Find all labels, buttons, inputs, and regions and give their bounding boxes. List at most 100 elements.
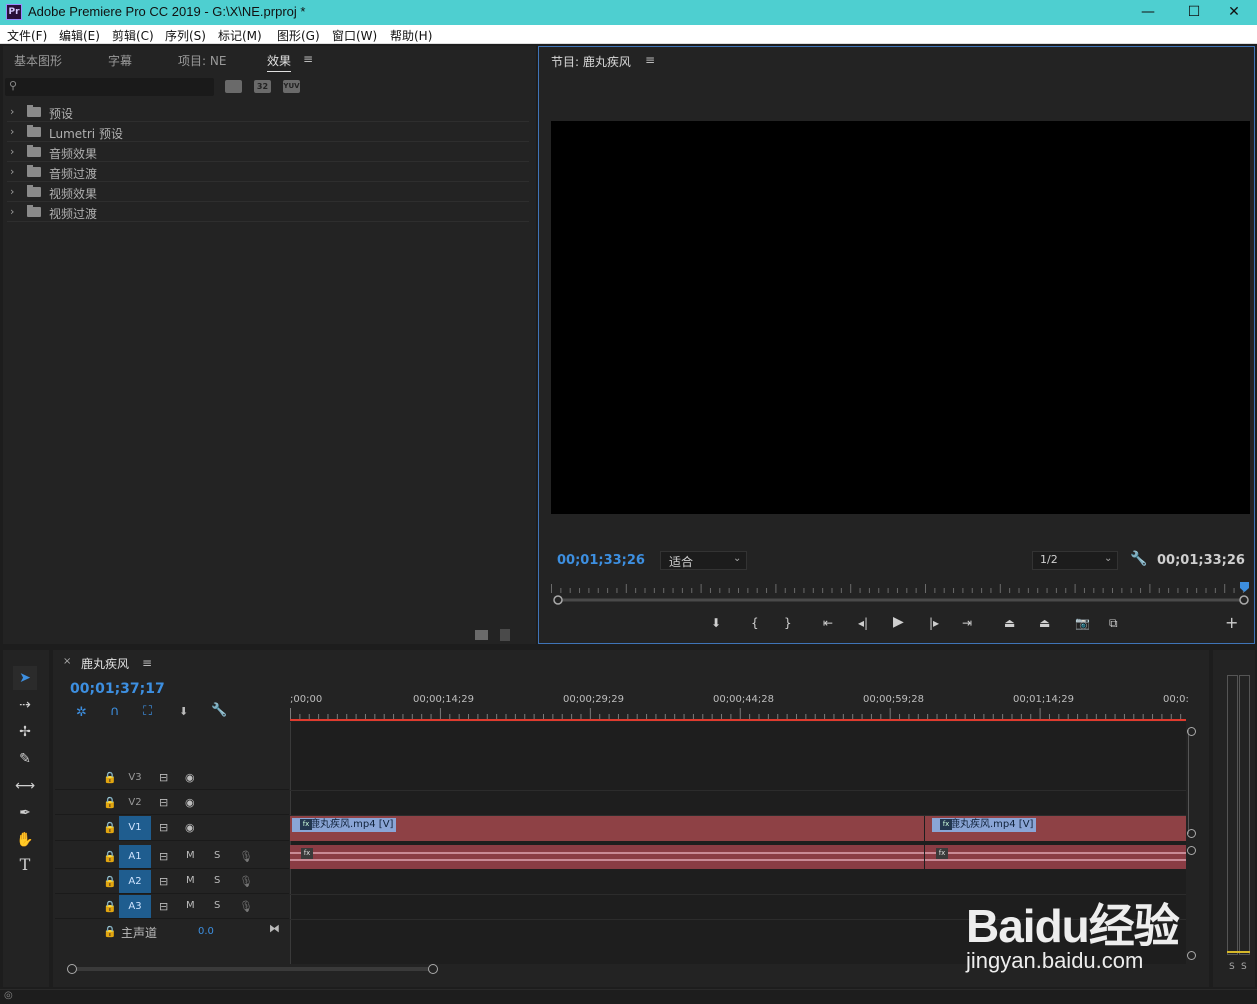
scroll-handle[interactable] [67, 964, 77, 974]
linked-selection-icon[interactable]: ⛶ [143, 704, 152, 719]
type-tool-icon[interactable]: T [13, 855, 37, 879]
menu-help[interactable]: 帮助(H) [390, 27, 432, 44]
track-select-tool-icon[interactable]: ⇢ [13, 693, 37, 717]
track-target-v3[interactable]: V3 [119, 766, 151, 789]
minimize-button[interactable]: — [1125, 0, 1171, 25]
menu-window[interactable]: 窗口(W) [332, 27, 377, 44]
mute-button[interactable]: M [186, 900, 195, 911]
lock-icon[interactable]: 🔒 [103, 900, 117, 913]
lock-icon[interactable]: 🔒 [103, 821, 117, 834]
timeline-zoom-scrollbar[interactable] [70, 967, 434, 971]
extract-button[interactable]: ⏏ [1039, 616, 1050, 630]
close-sequence-icon[interactable]: × [63, 656, 71, 667]
program-monitor-title[interactable]: 节目: 鹿丸疾风 [551, 53, 631, 70]
add-marker-icon[interactable]: ⬇ [179, 705, 188, 718]
sync-lock-icon[interactable]: ⊟ [159, 850, 168, 863]
list-item[interactable]: › 音频效果 [7, 142, 529, 162]
chevron-right-icon[interactable]: › [10, 165, 14, 178]
master-volume-value[interactable]: 0.0 [198, 926, 214, 937]
scroll-handle[interactable] [1187, 846, 1196, 855]
list-item[interactable]: › 视频过渡 [7, 202, 529, 222]
lock-icon[interactable]: 🔒 [103, 771, 117, 784]
solo-button[interactable]: S [214, 900, 220, 911]
tab-project[interactable]: 项目: NE [178, 52, 226, 69]
new-bin-icon[interactable] [475, 630, 488, 640]
video-preview[interactable] [551, 121, 1250, 514]
step-back-button[interactable]: ◂| [858, 616, 868, 630]
ripple-edit-tool-icon[interactable]: ✢ [13, 720, 37, 744]
effects-search-input[interactable]: ⚲ [5, 78, 214, 96]
panel-menu-icon[interactable]: ≡ [303, 52, 313, 66]
menu-file[interactable]: 文件(F) [7, 27, 47, 44]
pen-tool-icon[interactable]: ✒ [13, 801, 37, 825]
step-forward-button[interactable]: |▸ [929, 616, 939, 630]
razor-tool-icon[interactable]: ✎ [13, 747, 37, 771]
track-target-a3[interactable]: A3 [119, 895, 151, 918]
menu-edit[interactable]: 编辑(E) [59, 27, 100, 44]
hand-tool-icon[interactable]: ✋ [13, 828, 37, 852]
resolution-dropdown[interactable]: 1/2 ⌄ [1032, 551, 1118, 570]
tab-effects[interactable]: 效果 [267, 52, 292, 72]
tab-captions[interactable]: 字幕 [108, 52, 132, 69]
panel-menu-icon[interactable]: ≡ [142, 656, 152, 670]
microphone-icon[interactable]: 🎙 [239, 850, 253, 863]
monitor-time-ruler[interactable] [551, 580, 1250, 608]
lock-icon[interactable]: 🔒 [103, 850, 117, 863]
lock-icon[interactable]: 🔒 [103, 796, 117, 809]
scroll-handle[interactable] [428, 964, 438, 974]
scroll-handle[interactable] [1187, 829, 1196, 838]
track-target-v1[interactable]: V1 [119, 816, 151, 840]
trash-icon[interactable] [500, 629, 510, 641]
lift-button[interactable]: ⏏ [1004, 616, 1015, 630]
go-to-out-button[interactable]: ⇥ [962, 616, 972, 630]
solo-button[interactable]: S [214, 850, 220, 861]
tab-essential-graphics[interactable]: 基本图形 [14, 52, 62, 69]
32bit-effects-icon[interactable]: 32 [254, 80, 271, 93]
slip-tool-icon[interactable]: ⟷ [13, 774, 37, 798]
sync-lock-icon[interactable]: ⊟ [159, 900, 168, 913]
solo-button[interactable]: S [214, 875, 220, 886]
video-clip[interactable]: 鹿丸疾风.mp4 [V] fx [925, 816, 1186, 841]
snap-magnet-icon[interactable]: ∩ [110, 704, 120, 719]
menu-sequence[interactable]: 序列(S) [165, 27, 206, 44]
sync-lock-icon[interactable]: ⊟ [159, 875, 168, 888]
selection-tool-icon[interactable]: ➤ [13, 666, 37, 690]
lock-icon[interactable]: 🔒 [103, 925, 117, 938]
eye-icon[interactable]: ◉ [185, 771, 195, 784]
menu-clip[interactable]: 剪辑(C) [112, 27, 154, 44]
accelerated-effects-icon[interactable] [225, 80, 242, 93]
comparison-view-button[interactable]: ⧉ [1109, 616, 1118, 631]
wrench-icon[interactable]: 🔧 [1130, 551, 1147, 567]
sequence-tab[interactable]: 鹿丸疾风 [81, 655, 129, 672]
mute-button[interactable]: M [186, 850, 195, 861]
track-target-a2[interactable]: A2 [119, 870, 151, 893]
microphone-icon[interactable]: 🎙 [239, 900, 253, 913]
timeline-ruler[interactable] [290, 706, 1186, 722]
zoom-dropdown[interactable]: 适合 ⌄ [660, 551, 747, 570]
list-item[interactable]: › Lumetri 预设 [7, 122, 529, 142]
eye-icon[interactable]: ◉ [185, 796, 195, 809]
menu-graphics[interactable]: 图形(G) [277, 27, 320, 44]
timeline-settings-wrench-icon[interactable]: 🔧 [211, 703, 227, 718]
video-clip[interactable]: 鹿丸疾风.mp4 [V] fx [290, 816, 924, 841]
chevron-right-icon[interactable]: › [10, 205, 14, 218]
list-item[interactable]: › 音频过渡 [7, 162, 529, 182]
play-button[interactable]: ▶ [893, 614, 904, 630]
mark-in-button[interactable]: { [751, 616, 759, 630]
chevron-right-icon[interactable]: › [10, 185, 14, 198]
video-track-scrollbar[interactable] [1188, 730, 1196, 834]
lock-icon[interactable]: 🔒 [103, 875, 117, 888]
nest-sequence-icon[interactable]: ✲ [76, 705, 87, 720]
audio-clip[interactable]: fx [925, 845, 1186, 869]
scroll-handle[interactable] [1187, 727, 1196, 736]
sync-lock-icon[interactable]: ⊟ [159, 796, 168, 809]
add-marker-button[interactable]: ⬇ [711, 616, 721, 630]
audio-clip[interactable]: fx [290, 845, 924, 869]
go-to-in-button[interactable]: ⇤ [823, 616, 833, 630]
menu-marker[interactable]: 标记(M) [218, 27, 262, 44]
scroll-handle[interactable] [1187, 951, 1196, 960]
close-button[interactable]: ✕ [1211, 0, 1257, 25]
timeline-timecode[interactable]: 00;01;37;17 [70, 681, 165, 697]
chevron-right-icon[interactable]: › [10, 105, 14, 118]
solo-left-button[interactable]: S [1229, 962, 1235, 972]
